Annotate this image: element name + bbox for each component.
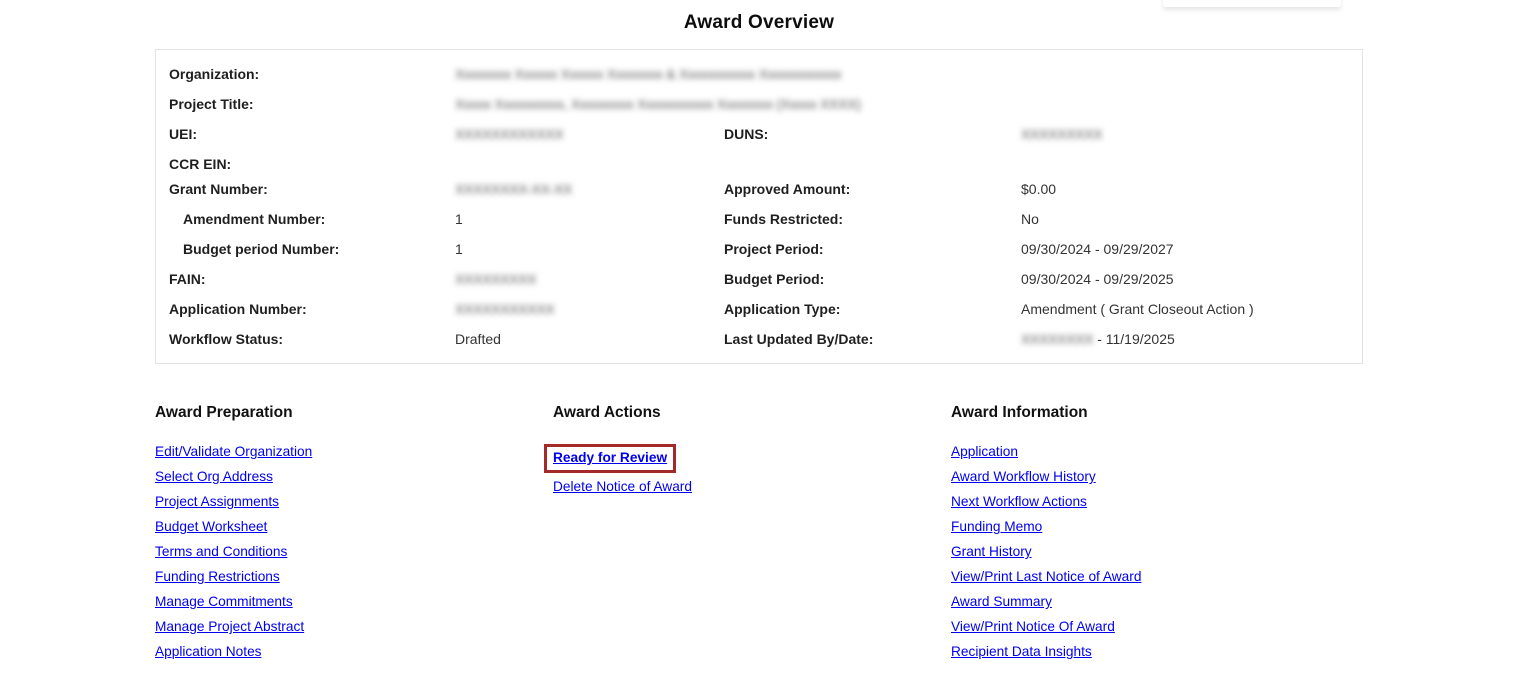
link-funding-restrictions[interactable]: Funding Restrictions bbox=[155, 569, 280, 585]
link-award-workflow-history[interactable]: Award Workflow History bbox=[951, 469, 1096, 485]
budget-period-value: 09/30/2024 - 09/29/2025 bbox=[1021, 267, 1362, 289]
empty-label bbox=[724, 152, 1021, 155]
budget-period-number-label: Budget period Number: bbox=[169, 237, 455, 259]
amendment-number-value: 1 bbox=[455, 207, 724, 229]
row-ccr-ein: CCR EIN: bbox=[169, 152, 1362, 177]
award-preparation-links: Edit/Validate Organization Select Org Ad… bbox=[155, 444, 553, 660]
link-next-workflow-actions[interactable]: Next Workflow Actions bbox=[951, 494, 1087, 510]
award-preparation-heading: Award Preparation bbox=[155, 404, 553, 422]
link-view-print-notice-of-award[interactable]: View/Print Notice Of Award bbox=[951, 619, 1115, 635]
row-fain: FAIN: XXXXXXXXX Budget Period: 09/30/202… bbox=[169, 267, 1362, 297]
row-grant-number: Grant Number: XXXXXXXX-XX-XX Approved Am… bbox=[169, 177, 1362, 207]
link-edit-validate-organization[interactable]: Edit/Validate Organization bbox=[155, 444, 312, 460]
project-period-value: 09/30/2024 - 09/29/2027 bbox=[1021, 237, 1362, 259]
row-project-title: Project Title: Xxxxx Xxxxxxxxxx, Xxxxxxx… bbox=[169, 92, 1362, 122]
award-actions-section: Award Actions Ready for Review Delete No… bbox=[553, 404, 951, 669]
project-period-label: Project Period: bbox=[724, 237, 1021, 259]
main-content: Award Overview Organization: Xxxxxxxx Xx… bbox=[155, 0, 1363, 669]
link-select-org-address[interactable]: Select Org Address bbox=[155, 469, 273, 485]
row-amendment-number: Amendment Number: 1 Funds Restricted: No bbox=[169, 207, 1362, 237]
link-ready-for-review[interactable]: Ready for Review bbox=[553, 450, 667, 465]
application-number-value: XXXXXXXXXXX bbox=[455, 297, 724, 319]
award-actions-heading: Award Actions bbox=[553, 404, 951, 422]
link-budget-worksheet[interactable]: Budget Worksheet bbox=[155, 519, 267, 535]
redacted-text: Xxxxx Xxxxxxxxxx, Xxxxxxxxx Xxxxxxxxxxx … bbox=[455, 96, 861, 112]
redacted-text: XXXXXXXXX bbox=[455, 271, 536, 287]
link-terms-and-conditions[interactable]: Terms and Conditions bbox=[155, 544, 287, 560]
redacted-text: XXXXXXXX bbox=[1021, 331, 1093, 347]
uei-value: XXXXXXXXXXXX bbox=[455, 122, 724, 144]
ccr-ein-label: CCR EIN: bbox=[169, 152, 455, 174]
project-title-label: Project Title: bbox=[169, 92, 455, 114]
approved-amount-value: $0.00 bbox=[1021, 177, 1362, 199]
approved-amount-label: Approved Amount: bbox=[724, 177, 1021, 199]
fain-value: XXXXXXXXX bbox=[455, 267, 724, 289]
grant-number-label: Grant Number: bbox=[169, 177, 455, 199]
action-sections: Award Preparation Edit/Validate Organiza… bbox=[155, 404, 1363, 669]
redacted-text: XXXXXXXXXXX bbox=[455, 301, 554, 317]
link-application-notes[interactable]: Application Notes bbox=[155, 644, 262, 660]
redacted-text: Xxxxxxxx Xxxxxx Xxxxxx Xxxxxxxx & Xxxxxx… bbox=[455, 66, 841, 82]
link-recipient-data-insights[interactable]: Recipient Data Insights bbox=[951, 644, 1092, 660]
link-application[interactable]: Application bbox=[951, 444, 1018, 460]
empty-value bbox=[1021, 152, 1362, 155]
award-information-heading: Award Information bbox=[951, 404, 1363, 422]
last-updated-date: - 11/19/2025 bbox=[1093, 331, 1174, 347]
link-award-summary[interactable]: Award Summary bbox=[951, 594, 1052, 610]
link-funding-memo[interactable]: Funding Memo bbox=[951, 519, 1042, 535]
last-updated-value: XXXXXXXX - 11/19/2025 bbox=[1021, 327, 1362, 349]
duns-value: XXXXXXXXX bbox=[1021, 122, 1362, 144]
row-organization: Organization: Xxxxxxxx Xxxxxx Xxxxxx Xxx… bbox=[169, 62, 1362, 92]
uei-label: UEI: bbox=[169, 122, 455, 144]
award-information-links: Application Award Workflow History Next … bbox=[951, 444, 1363, 660]
award-preparation-section: Award Preparation Edit/Validate Organiza… bbox=[155, 404, 553, 669]
application-number-label: Application Number: bbox=[169, 297, 455, 319]
link-project-assignments[interactable]: Project Assignments bbox=[155, 494, 279, 510]
row-uei-duns: UEI: XXXXXXXXXXXX DUNS: XXXXXXXXX bbox=[169, 122, 1362, 152]
amendment-number-label: Amendment Number: bbox=[169, 207, 455, 229]
link-manage-commitments[interactable]: Manage Commitments bbox=[155, 594, 293, 610]
redacted-text: XXXXXXXXX bbox=[1021, 126, 1102, 142]
award-actions-links: Ready for Review Delete Notice of Award bbox=[553, 444, 951, 495]
application-type-value: Amendment ( Grant Closeout Action ) bbox=[1021, 297, 1362, 319]
application-type-label: Application Type: bbox=[724, 297, 1021, 319]
link-manage-project-abstract[interactable]: Manage Project Abstract bbox=[155, 619, 304, 635]
link-delete-notice-of-award[interactable]: Delete Notice of Award bbox=[553, 479, 692, 495]
award-information-section: Award Information Application Award Work… bbox=[951, 404, 1363, 669]
project-title-value: Xxxxx Xxxxxxxxxx, Xxxxxxxxx Xxxxxxxxxxx … bbox=[455, 92, 1362, 114]
link-grant-history[interactable]: Grant History bbox=[951, 544, 1032, 560]
last-updated-label: Last Updated By/Date: bbox=[724, 327, 1021, 349]
redacted-text: XXXXXXXXXXXX bbox=[455, 126, 563, 142]
budget-period-number-value: 1 bbox=[455, 237, 724, 259]
funds-restricted-label: Funds Restricted: bbox=[724, 207, 1021, 229]
redacted-text: XXXXXXXX-XX-XX bbox=[455, 181, 572, 197]
grant-number-value: XXXXXXXX-XX-XX bbox=[455, 177, 724, 199]
ccr-ein-value bbox=[455, 152, 724, 155]
award-info-panel: Organization: Xxxxxxxx Xxxxxx Xxxxxx Xxx… bbox=[155, 49, 1363, 364]
workflow-status-value: Drafted bbox=[455, 327, 724, 349]
row-workflow-status: Workflow Status: Drafted Last Updated By… bbox=[169, 327, 1362, 357]
page-title: Award Overview bbox=[155, 0, 1363, 34]
workflow-status-label: Workflow Status: bbox=[169, 327, 455, 349]
funds-restricted-value: No bbox=[1021, 207, 1362, 229]
link-view-print-last-notice-of-award[interactable]: View/Print Last Notice of Award bbox=[951, 569, 1141, 585]
row-application-number: Application Number: XXXXXXXXXXX Applicat… bbox=[169, 297, 1362, 327]
row-budget-period-number: Budget period Number: 1 Project Period: … bbox=[169, 237, 1362, 267]
organization-value: Xxxxxxxx Xxxxxx Xxxxxx Xxxxxxxx & Xxxxxx… bbox=[455, 62, 1362, 84]
fain-label: FAIN: bbox=[169, 267, 455, 289]
budget-period-label: Budget Period: bbox=[724, 267, 1021, 289]
ready-for-review-highlight-box: Ready for Review bbox=[544, 444, 676, 473]
organization-label: Organization: bbox=[169, 62, 455, 84]
duns-label: DUNS: bbox=[724, 122, 1021, 144]
